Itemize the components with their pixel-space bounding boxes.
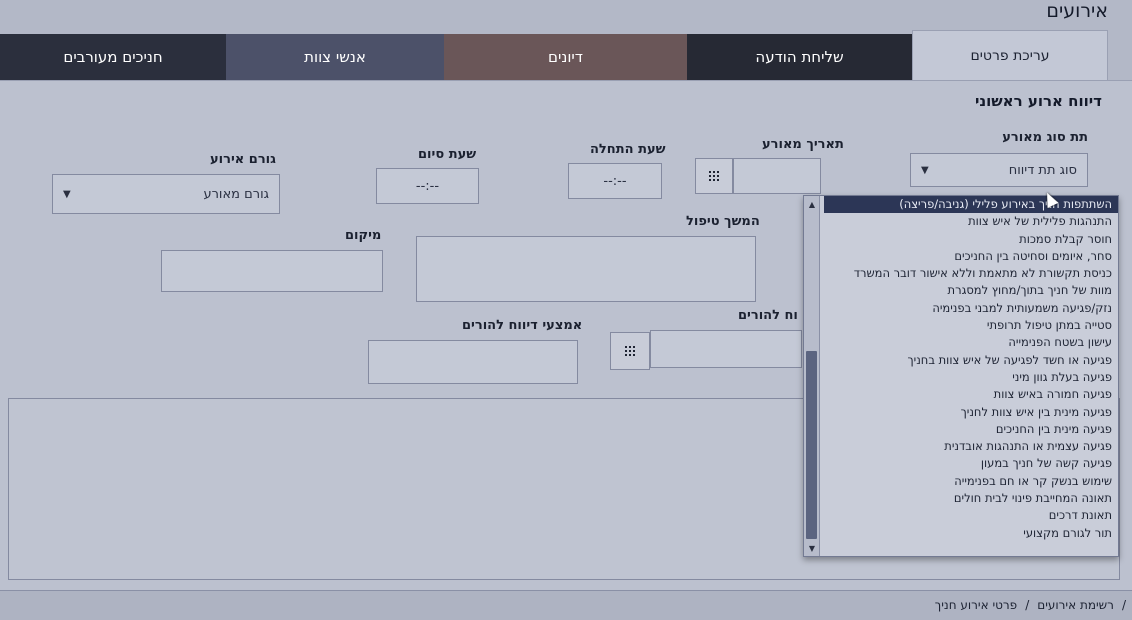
dropdown-option[interactable]: נזק/פגיעה משמעותית למבני בפנימיה xyxy=(824,300,1118,317)
breadcrumb-separator: / xyxy=(1121,598,1126,612)
dropdown-option[interactable]: סחר, איומים וסחיטה בין החניכים xyxy=(824,248,1118,265)
start-time-label: שעת התחלה xyxy=(590,142,666,157)
end-time-input[interactable]: --:-- xyxy=(376,168,479,204)
tab-staff[interactable]: אנשי צוות xyxy=(226,34,444,80)
dropdown-option[interactable]: מוות של חניך בתוך/מחוץ למסגרת xyxy=(824,282,1118,299)
calendar-button[interactable] xyxy=(610,332,650,370)
dropdown-option[interactable]: שימוש בנשק קר או חם בפנימייה xyxy=(824,473,1118,490)
breadcrumb-separator: / xyxy=(1025,598,1030,612)
dropdown-option[interactable]: פגיעה מינית בין החניכים xyxy=(824,421,1118,438)
section-title: דיווח ארוע ראשוני xyxy=(974,92,1102,110)
footer-bar: / רשימת אירועים / פרטי אירוע חניך xyxy=(0,590,1132,620)
cause-value: גורם מאורע xyxy=(203,186,269,202)
dropdown-option[interactable]: תור לגורם מקצועי xyxy=(824,525,1118,542)
breadcrumb: / רשימת אירועים / פרטי אירוע חניך xyxy=(935,598,1126,612)
dropdown-option[interactable]: חוסר קבלת סמכות xyxy=(824,231,1118,248)
cause-select[interactable]: גורם מאורע ▼ xyxy=(52,174,280,214)
dropdown-option[interactable]: פגיעה או חשד לפגיעה של איש צוות בחניך xyxy=(824,352,1118,369)
dropdown-option[interactable]: עישון בשטח הפנימייה xyxy=(824,334,1118,351)
tab-edit-details[interactable]: עריכת פרטים xyxy=(912,30,1108,80)
dropdown-option[interactable]: פגיעה מינית בין איש צוות לחניך xyxy=(824,404,1118,421)
chevron-down-icon: ▼ xyxy=(63,188,71,200)
subtype-label: תת סוג מאורע xyxy=(1002,130,1088,145)
dropdown-option[interactable]: פגיעה עצמית או התנהגות אובדנית xyxy=(824,438,1118,455)
dropdown-scrollbar[interactable]: ▲ ▼ xyxy=(804,196,820,556)
page-title: אירועים xyxy=(1046,0,1108,22)
scroll-thumb[interactable] xyxy=(806,351,817,539)
subtype-value: סוג תת דיווח xyxy=(1008,162,1077,178)
calendar-button[interactable] xyxy=(695,158,733,194)
date-label: תאריך מאורע xyxy=(762,137,844,152)
scroll-up-icon[interactable]: ▲ xyxy=(804,197,820,211)
date-input[interactable] xyxy=(733,158,821,194)
dropdown-option[interactable]: התנהגות פלילית של איש צוות xyxy=(824,213,1118,230)
start-time-input[interactable]: --:-- xyxy=(568,163,662,199)
dropdown-option[interactable]: סטייה במתן טיפול תרופתי xyxy=(824,317,1118,334)
calendar-grid-icon xyxy=(625,346,635,356)
parents-means-input[interactable] xyxy=(368,340,578,384)
dropdown-option[interactable]: השתתפות חניך באירוע פלילי (גניבה/פריצה) xyxy=(824,196,1118,214)
dropdown-option[interactable]: פגיעה קשה של חניך במעון xyxy=(824,455,1118,472)
subtype-dropdown[interactable]: השתתפות חניך באירוע פלילי (גניבה/פריצה) ה… xyxy=(803,195,1119,557)
tab-involved-trainees[interactable]: חניכים מעורבים xyxy=(0,34,226,80)
dropdown-options: השתתפות חניך באירוע פלילי (גניבה/פריצה) ה… xyxy=(824,196,1118,556)
calendar-grid-icon xyxy=(709,171,719,181)
dropdown-option[interactable]: פגיעה חמורה באיש צוות xyxy=(824,386,1118,403)
parents-report-date-input[interactable] xyxy=(650,330,802,368)
breadcrumb-events-list[interactable]: רשימת אירועים xyxy=(1037,598,1114,612)
dropdown-option[interactable]: תאונת דרכים xyxy=(824,507,1118,524)
parents-means-label: אמצעי דיווח להורים xyxy=(462,318,583,333)
location-input[interactable] xyxy=(161,250,383,292)
parents-report-label: וח להורים xyxy=(738,308,798,323)
end-time-label: שעת סיום xyxy=(418,147,477,162)
chevron-down-icon: ▼ xyxy=(921,164,929,176)
followup-label: המשך טיפול xyxy=(686,214,760,229)
followup-textarea[interactable] xyxy=(416,236,756,302)
tab-bar: חניכים מעורבים אנשי צוות דיונים שליחת הו… xyxy=(0,34,912,80)
location-label: מיקום xyxy=(345,228,382,243)
dropdown-option[interactable]: תאונה המחייבת פינוי לבית חולים xyxy=(824,490,1118,507)
dropdown-option[interactable]: כניסת תקשורת לא מתאמת וללא אישור דובר המ… xyxy=(824,265,1118,282)
subtype-select[interactable]: סוג תת דיווח ▼ xyxy=(910,153,1088,187)
tab-discussions[interactable]: דיונים xyxy=(444,34,687,80)
tab-send-message[interactable]: שליחת הודעה xyxy=(687,34,912,80)
dropdown-option[interactable]: פגיעה בעלת גוון מיני xyxy=(824,369,1118,386)
breadcrumb-event-details[interactable]: פרטי אירוע חניך xyxy=(935,598,1017,612)
scroll-down-icon[interactable]: ▼ xyxy=(804,541,820,555)
cause-label: גורם אירוע xyxy=(210,152,276,167)
